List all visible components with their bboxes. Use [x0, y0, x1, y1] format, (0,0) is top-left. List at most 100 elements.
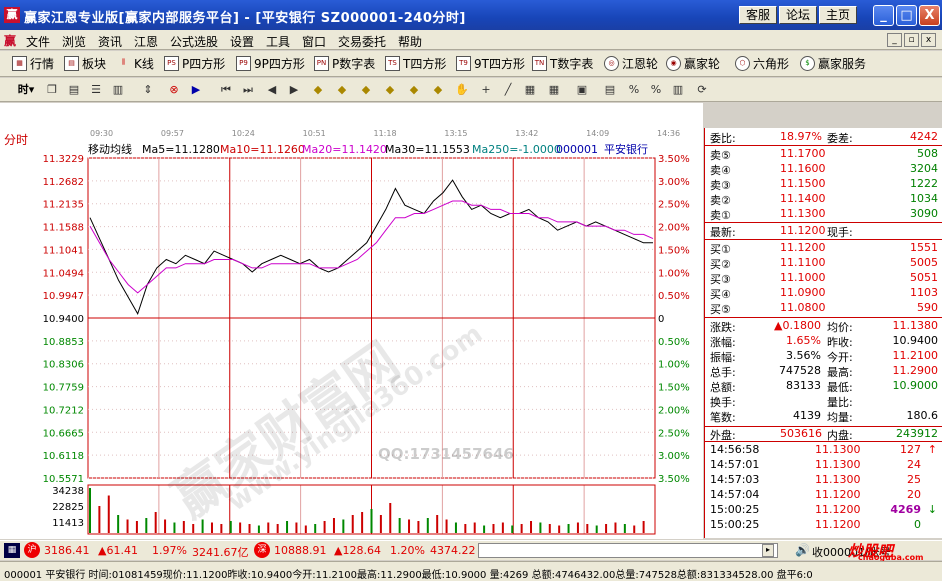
menu-gann[interactable]: 江恩: [134, 33, 158, 50]
right-icon[interactable]: ▶: [286, 82, 302, 98]
diamond3-icon[interactable]: ◆: [358, 82, 374, 98]
percent-icon[interactable]: %: [648, 82, 664, 98]
kline-tool[interactable]: ⫼ K线: [116, 55, 154, 72]
list-icon[interactable]: ☰: [88, 82, 104, 98]
gann-wheel-tool[interactable]: ◎ 江恩轮: [604, 55, 658, 72]
hexagon-tool[interactable]: ⬡ 六角形: [735, 55, 789, 72]
9t-square-tool[interactable]: T9 9T四方形: [456, 55, 525, 72]
mdi-minimize-button[interactable]: _: [887, 33, 902, 47]
kbd-icon[interactable]: ▦: [4, 543, 20, 558]
menu-file[interactable]: 文件: [26, 33, 50, 50]
t-number-table-tool[interactable]: TN T数字表: [532, 55, 593, 72]
speaker-icon[interactable]: 🔊: [795, 543, 810, 557]
separator: [705, 222, 942, 223]
stat-row: 涨幅: 1.65% 昨收: 10.9400: [705, 334, 942, 349]
scroll-right-icon[interactable]: ▸: [762, 544, 774, 557]
sectors-tool[interactable]: ▤ 板块: [64, 55, 106, 72]
menu-browse[interactable]: 浏览: [62, 33, 86, 50]
refresh-icon[interactable]: ⟳: [694, 82, 710, 98]
price-tick-label: 11.3229: [43, 154, 84, 165]
hand-icon[interactable]: ✋: [454, 82, 470, 98]
stat-value: 1.65%: [786, 334, 821, 347]
updown-icon[interactable]: ⇕: [140, 82, 156, 98]
stat-label: 均量:: [827, 411, 853, 424]
chart-icon[interactable]: ▥: [670, 82, 686, 98]
stat-label: 总手:: [710, 366, 736, 379]
info-status-bar: 000001 平安银行 时间:01081459现价:11.1200昨收:10.9…: [0, 561, 942, 581]
quotes-tool[interactable]: ▦ 行情: [12, 55, 54, 72]
menu-settings[interactable]: 设置: [230, 33, 254, 50]
minimize-button[interactable]: _: [873, 5, 894, 26]
grid2-icon[interactable]: ▦: [546, 82, 562, 98]
price-tick-label: 10.6118: [43, 451, 84, 462]
status-text: 000001 平安银行 时间:01081459现价:11.1200昨收:10.9…: [4, 570, 813, 581]
price-tick-label: 10.5571: [43, 474, 84, 485]
copy-icon[interactable]: ❐: [44, 82, 60, 98]
tick-volume: 20: [907, 488, 921, 501]
maximize-button[interactable]: □: [896, 5, 917, 26]
diamond1-icon[interactable]: ◆: [310, 82, 326, 98]
chart-tab-label[interactable]: 分时: [4, 133, 28, 147]
tick-price: 11.1200: [815, 518, 861, 531]
index-scroll-area[interactable]: [478, 543, 778, 558]
stat-row: 换手: 量比:: [705, 394, 942, 409]
separator: [705, 317, 942, 318]
intraday-chart[interactable]: 分时 09:30 09:57 10:24 10:51 11:18 13:15 13:42 14…: [0, 103, 703, 539]
stat-value: 11.1380: [892, 319, 939, 332]
menu-logo-icon: 赢: [4, 34, 17, 48]
percent-chart-icon[interactable]: %: [626, 82, 642, 98]
tick-volume: 127: [900, 443, 921, 456]
exit-icon[interactable]: ⊗: [166, 82, 182, 98]
menu-window[interactable]: 窗口: [302, 33, 326, 50]
menu-help[interactable]: 帮助: [398, 33, 422, 50]
calendar-icon[interactable]: ▣: [574, 82, 590, 98]
paste-icon[interactable]: ▥: [110, 82, 126, 98]
menu-info[interactable]: 资讯: [98, 33, 122, 50]
sell-price: 11.1700: [780, 147, 826, 160]
line-icon[interactable]: ╱: [500, 82, 516, 98]
diamond5-icon[interactable]: ◆: [406, 82, 422, 98]
winner-service-tool[interactable]: $ 赢家服务: [800, 55, 866, 72]
sell-price: 11.1600: [780, 162, 826, 175]
p-number-table-tool[interactable]: PN P数字表: [314, 55, 375, 72]
sell-volume: 508: [917, 147, 938, 160]
forum-button[interactable]: 论坛: [779, 6, 817, 24]
menu-formula-picker[interactable]: 公式选股: [170, 33, 218, 50]
flag-icon[interactable]: ▶: [188, 82, 204, 98]
mdi-restore-button[interactable]: ▫: [904, 33, 919, 47]
separator: [705, 145, 942, 146]
diamond6-icon[interactable]: ◆: [430, 82, 446, 98]
crosshair-icon[interactable]: +: [478, 82, 494, 98]
calc-icon[interactable]: ▤: [602, 82, 618, 98]
t-square-label: T四方形: [403, 57, 447, 71]
pct-tick-label: 2.50%: [658, 200, 690, 211]
sz-index-pct: 1.20%: [390, 544, 425, 557]
menu-trade[interactable]: 交易委托: [338, 33, 386, 50]
p-square-tool[interactable]: PS P四方形: [164, 55, 225, 72]
tick-price: 11.1200: [815, 503, 861, 516]
customer-service-button[interactable]: 客服: [739, 6, 777, 24]
9p-square-label: 9P四方形: [254, 57, 305, 71]
left-icon[interactable]: ◀: [264, 82, 280, 98]
mdi-close-button[interactable]: x: [921, 33, 936, 47]
pct-tick-label: 1.00%: [658, 360, 690, 371]
stat-label: 昨收:: [827, 336, 853, 349]
diamond4-icon[interactable]: ◆: [382, 82, 398, 98]
tick-time: 14:56:58: [710, 443, 760, 456]
winner-wheel-tool[interactable]: ◉ 赢家轮: [666, 55, 720, 72]
t-square-tool[interactable]: TS T四方形: [385, 55, 446, 72]
menu-tools[interactable]: 工具: [266, 33, 290, 50]
9p-square-tool[interactable]: P9 9P四方形: [236, 55, 305, 72]
wheel2-icon: ◉: [666, 56, 681, 71]
buy-price: 11.1200: [780, 241, 826, 254]
period-selector[interactable]: 时▾: [14, 82, 38, 98]
table-icon[interactable]: ▦: [522, 82, 538, 98]
first-icon[interactable]: ⏮: [218, 82, 234, 98]
stat-value: 83133: [786, 379, 821, 392]
last-icon[interactable]: ⏭: [240, 82, 256, 98]
doc-icon[interactable]: ▤: [66, 82, 82, 98]
tick-volume: 4269: [890, 503, 921, 516]
homepage-button[interactable]: 主页: [819, 6, 857, 24]
close-button[interactable]: X: [919, 5, 940, 26]
diamond2-icon[interactable]: ◆: [334, 82, 350, 98]
